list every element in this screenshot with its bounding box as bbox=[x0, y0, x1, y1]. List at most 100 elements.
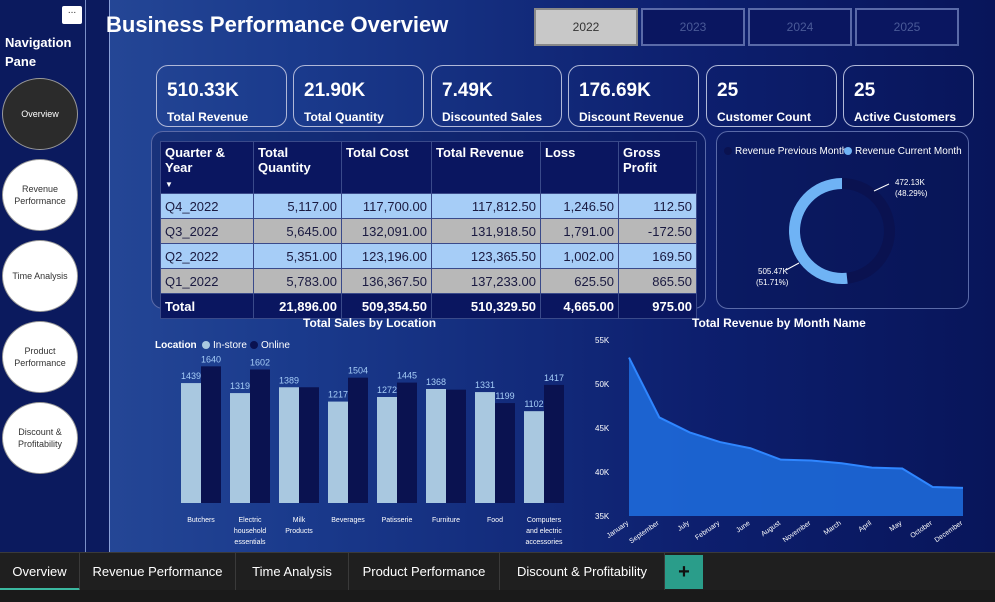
tab-product-performance[interactable]: Product Performance bbox=[349, 553, 500, 591]
table-cell: Q2_2022 bbox=[160, 243, 254, 269]
x-tick-label: May bbox=[889, 520, 904, 534]
x-tick-label: Furniture bbox=[432, 517, 460, 524]
nav-button-product-performance[interactable]: Product Performance bbox=[2, 321, 78, 393]
bar-in-store[interactable] bbox=[181, 383, 201, 503]
kpi-label: Discounted Sales bbox=[442, 110, 543, 124]
area-chart: 55K 50K 45K 40K 35KJanuarySeptember July Febru… bbox=[595, 336, 965, 545]
bar-in-store[interactable] bbox=[475, 392, 495, 503]
page-tabs: Overview Revenue Performance Time Analys… bbox=[0, 552, 995, 591]
nav-button-discount-profitability[interactable]: Discount & Profitability bbox=[2, 402, 78, 474]
legend-dot-icon bbox=[202, 341, 210, 349]
bar-online[interactable] bbox=[299, 387, 319, 503]
bar-in-store[interactable] bbox=[524, 411, 544, 503]
bar-legend-title: Location bbox=[155, 340, 197, 351]
bar-data-label: 1640 bbox=[201, 355, 221, 364]
bar-data-label: 1331 bbox=[475, 380, 495, 390]
nav-button-time-analysis[interactable]: Time Analysis bbox=[2, 240, 78, 312]
legend-dot-icon bbox=[724, 147, 732, 155]
table-cell: 5,351.00 bbox=[253, 243, 342, 269]
column-header[interactable]: Total Revenue bbox=[431, 141, 541, 194]
kpi-value: 7.49K bbox=[442, 80, 493, 101]
year-button-2022[interactable]: 2022 bbox=[534, 8, 638, 46]
x-tick-label: Food bbox=[487, 517, 503, 524]
legend-previous-month[interactable]: Revenue Previous Month bbox=[724, 146, 847, 157]
bar-in-store[interactable] bbox=[377, 397, 397, 503]
column-header[interactable]: Loss bbox=[540, 141, 619, 194]
tab-revenue-performance[interactable]: Revenue Performance bbox=[80, 553, 236, 591]
kpi-value: 510.33K bbox=[167, 80, 239, 101]
y-tick-label: 45K bbox=[595, 424, 610, 433]
bar-data-label: 1602 bbox=[250, 358, 270, 368]
bar-online[interactable] bbox=[250, 369, 270, 504]
table-row[interactable]: Q1_2022 5,783.00 136,367.50 137,233.00 6… bbox=[160, 268, 697, 294]
table-cell: 117,700.00 bbox=[341, 193, 432, 219]
donut-slice-previous-month[interactable] bbox=[842, 178, 895, 284]
column-header[interactable]: Gross Profit bbox=[618, 141, 697, 194]
bar-data-label: 1272 bbox=[377, 385, 397, 395]
year-button-2025[interactable]: 2025 bbox=[855, 8, 959, 46]
bar-online[interactable] bbox=[495, 403, 515, 503]
kpi-label: Total Revenue bbox=[167, 110, 249, 124]
nav-title: Navigation Pane bbox=[5, 35, 72, 69]
leader-line-curr bbox=[785, 262, 800, 271]
column-header[interactable]: Total Quantity bbox=[253, 141, 342, 194]
status-bar bbox=[0, 590, 995, 602]
bar-online[interactable] bbox=[201, 366, 221, 503]
x-tick-label: August bbox=[760, 520, 782, 538]
tab-discount-profitability[interactable]: Discount & Profitability bbox=[500, 553, 665, 591]
nav-button-overview[interactable]: Overview bbox=[2, 78, 78, 150]
column-header[interactable]: Quarter & Year ▼ bbox=[160, 141, 254, 194]
bar-online[interactable] bbox=[348, 377, 368, 503]
table-cell: -172.50 bbox=[618, 218, 697, 244]
kpi-value: 25 bbox=[717, 80, 739, 101]
table-cell: Q4_2022 bbox=[160, 193, 254, 219]
tab-overview[interactable]: Overview bbox=[0, 553, 80, 591]
tab-time-analysis[interactable]: Time Analysis bbox=[236, 553, 349, 591]
table-cell: 865.50 bbox=[618, 268, 697, 294]
bar-in-store[interactable] bbox=[426, 389, 446, 503]
x-tick-label: Butchers bbox=[187, 517, 215, 524]
page-title: Business Performance Overview bbox=[106, 12, 449, 37]
year-button-2024[interactable]: 2024 bbox=[748, 8, 852, 46]
bar-in-store[interactable] bbox=[230, 393, 250, 503]
add-page-button[interactable]: + bbox=[665, 555, 703, 589]
bar-data-label: 1417 bbox=[544, 373, 564, 383]
table-row[interactable]: Q3_2022 5,645.00 132,091.00 131,918.50 1… bbox=[160, 218, 697, 244]
donut-label-prev-value: 472.13K bbox=[895, 178, 925, 187]
nav-button-revenue-performance[interactable]: Revenue Performance bbox=[2, 159, 78, 231]
area-fill[interactable] bbox=[629, 357, 963, 516]
table-row[interactable]: Q4_2022 5,117.00 117,700.00 117,812.50 1… bbox=[160, 193, 697, 219]
bar-online[interactable] bbox=[544, 384, 564, 503]
x-tick-label: April bbox=[858, 520, 874, 534]
table-cell: Total bbox=[160, 293, 254, 319]
x-tick-label: household bbox=[234, 528, 266, 535]
kpi-label: Total Quantity bbox=[304, 110, 384, 124]
bar-data-label: 1504 bbox=[348, 366, 368, 376]
bar-in-store[interactable] bbox=[328, 401, 348, 503]
area-chart-title: Total Revenue by Month Name bbox=[692, 316, 866, 330]
table-cell: 117,812.50 bbox=[431, 193, 541, 219]
bar-data-label: 1439 bbox=[181, 371, 201, 381]
kpi-total-quantity: 21.90K Total Quantity bbox=[293, 65, 424, 127]
bar-data-label: 1319 bbox=[230, 381, 250, 391]
more-options-icon[interactable]: ... bbox=[62, 6, 82, 24]
kpi-value: 21.90K bbox=[304, 80, 366, 101]
x-tick-label: December bbox=[934, 520, 965, 545]
table-row[interactable]: Q2_2022 5,351.00 123,196.00 123,365.50 1… bbox=[160, 243, 697, 269]
y-tick-label: 40K bbox=[595, 468, 610, 477]
table-cell: 509,354.50 bbox=[341, 293, 432, 319]
legend-current-month[interactable]: Revenue Current Month bbox=[844, 146, 962, 157]
donut-label-prev-pct: (48.29%) bbox=[895, 189, 928, 198]
legend-in-store[interactable]: In-store bbox=[202, 340, 247, 351]
column-header[interactable]: Total Cost bbox=[341, 141, 432, 194]
year-button-2023[interactable]: 2023 bbox=[641, 8, 745, 46]
kpi-label: Customer Count bbox=[717, 110, 811, 124]
bar-online[interactable] bbox=[446, 389, 466, 503]
kpi-label: Active Customers bbox=[854, 110, 957, 124]
legend-online[interactable]: Online bbox=[250, 340, 290, 351]
table-cell: 4,665.00 bbox=[540, 293, 619, 319]
x-tick-label: November bbox=[782, 520, 813, 545]
bar-in-store[interactable] bbox=[279, 387, 299, 503]
bar-online[interactable] bbox=[397, 382, 417, 503]
donut-slice-current-month[interactable] bbox=[789, 178, 848, 284]
